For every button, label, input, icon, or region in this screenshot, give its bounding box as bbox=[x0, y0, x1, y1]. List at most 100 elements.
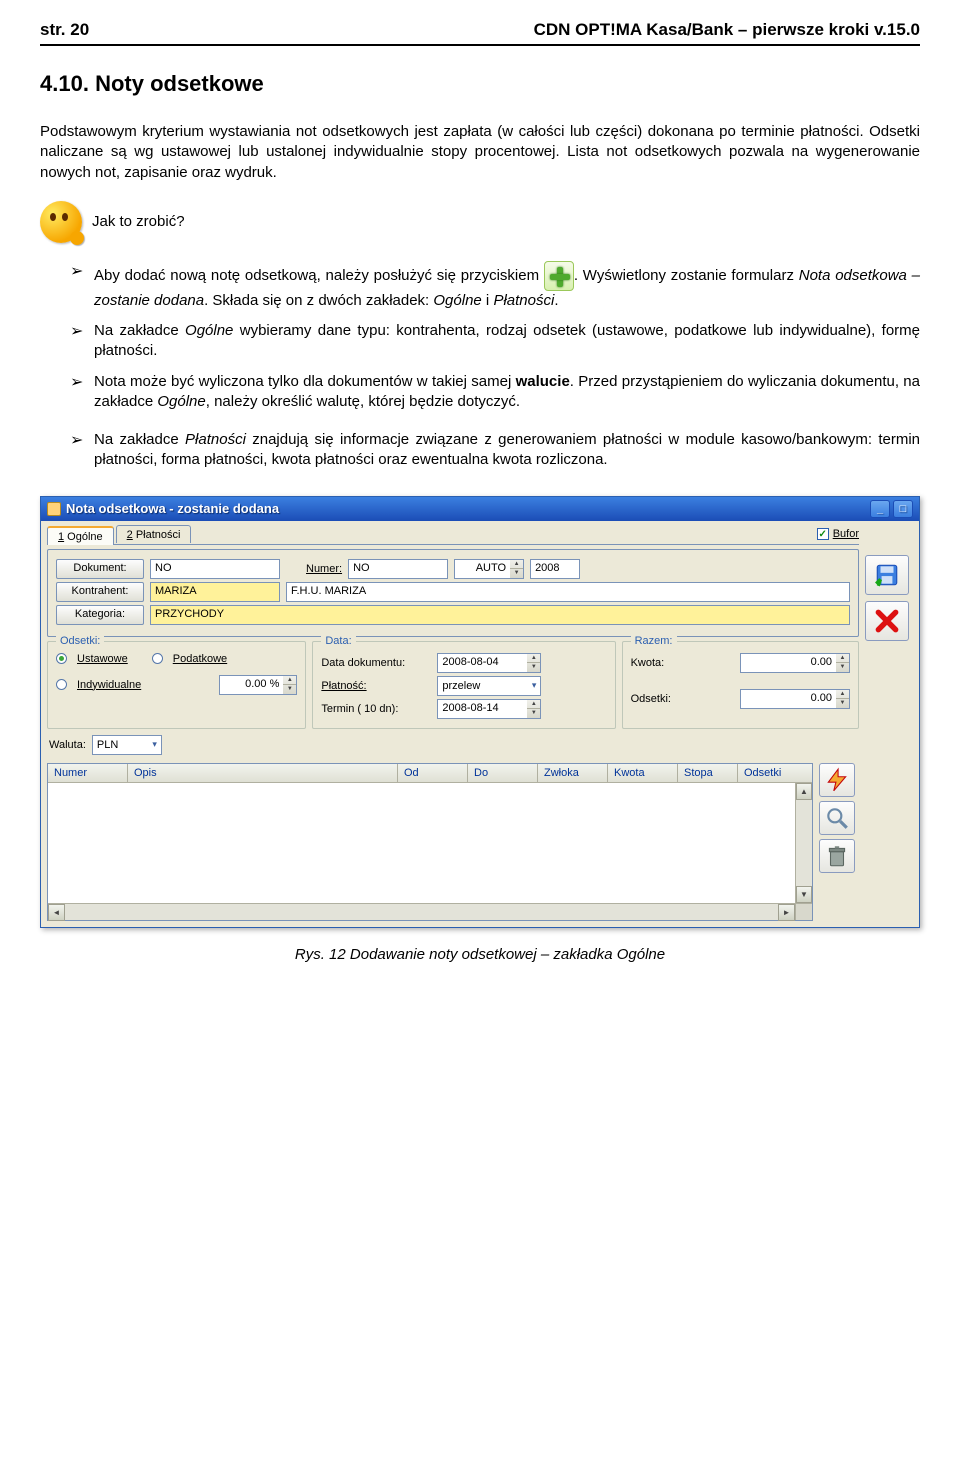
radio-ustawowe[interactable] bbox=[56, 653, 67, 664]
b1-em1: Ogólne bbox=[433, 292, 481, 309]
kontrahent-button[interactable]: Kontrahent: bbox=[56, 582, 144, 602]
kontrahent-code-input[interactable]: MARIZA bbox=[150, 582, 280, 602]
titlebar[interactable]: Nota odsetkowa - zostanie dodana _ □ bbox=[41, 497, 919, 521]
scroll-down-icon[interactable]: ▼ bbox=[796, 886, 812, 903]
indywidualne-input[interactable]: 0.00 % bbox=[219, 675, 283, 695]
b1-mid: i bbox=[482, 292, 494, 309]
section-heading: 4.10. Noty odsetkowe bbox=[40, 71, 920, 97]
section-number: 4.10. bbox=[40, 71, 89, 96]
razem-legend: Razem: bbox=[631, 635, 677, 647]
chevron-down-icon: ▾ bbox=[532, 680, 537, 691]
figure-caption: Rys. 12 Dodawanie noty odsetkowej – zakł… bbox=[40, 946, 920, 963]
platnosc-select[interactable]: przelew ▾ bbox=[437, 676, 541, 696]
numer-seg2[interactable]: AUTO bbox=[454, 559, 510, 579]
magnifier-search-button[interactable] bbox=[819, 801, 855, 835]
tab1-label: Ogólne bbox=[64, 531, 103, 543]
tab-platnosci[interactable]: 2 Płatności bbox=[116, 525, 192, 543]
datadok-label: Data dokumentu: bbox=[321, 657, 431, 669]
b2-em: Ogólne bbox=[185, 322, 233, 339]
col-od[interactable]: Od bbox=[398, 764, 468, 782]
v-scrollbar[interactable]: ▲ ▼ bbox=[795, 783, 812, 903]
col-numer[interactable]: Numer bbox=[48, 764, 128, 782]
waluta-label: Waluta: bbox=[49, 739, 86, 751]
thinking-emoji-icon bbox=[40, 201, 82, 243]
odsetki-label: Odsetki: bbox=[631, 693, 687, 705]
bufor-label: Bufor bbox=[833, 528, 859, 540]
odsetki-spinner[interactable]: ▲▼ bbox=[836, 689, 850, 709]
col-stopa[interactable]: Stopa bbox=[678, 764, 738, 782]
trash-delete-button[interactable] bbox=[819, 839, 855, 873]
termin-label: Termin ( 10 dn): bbox=[321, 703, 431, 715]
col-opis[interactable]: Opis bbox=[128, 764, 398, 782]
kwota-spinner[interactable]: ▲▼ bbox=[836, 653, 850, 673]
b1-end: . bbox=[554, 292, 558, 309]
radio-indywidualne[interactable] bbox=[56, 679, 67, 690]
odsetki-legend: Odsetki: bbox=[56, 635, 104, 647]
table-body-empty[interactable] bbox=[48, 783, 795, 903]
termin-spinner[interactable]: ▲▼ bbox=[527, 699, 541, 719]
indywidualne-label: Indywidualne bbox=[77, 679, 141, 691]
doc-title: CDN OPT!MA Kasa/Bank – pierwsze kroki v.… bbox=[534, 20, 920, 40]
bullet-1: Aby dodać nową notę odsetkową, należy po… bbox=[70, 261, 920, 311]
howto-label: Jak to zrobić? bbox=[92, 213, 185, 230]
b3-c: , należy określić walutę, której będzie … bbox=[206, 393, 520, 410]
datadok-spinner[interactable]: ▲▼ bbox=[527, 653, 541, 673]
b3-em: Ogólne bbox=[157, 393, 205, 410]
scroll-right-icon[interactable]: ► bbox=[778, 904, 795, 921]
col-kwota[interactable]: Kwota bbox=[608, 764, 678, 782]
ustawowe-label: Ustawowe bbox=[77, 653, 128, 665]
tab-ogolne[interactable]: 1 Ogólne bbox=[47, 526, 114, 545]
bullet-3: Nota może być wyliczona tylko dla dokume… bbox=[70, 372, 920, 413]
waluta-value: PLN bbox=[97, 739, 118, 751]
datadok-input[interactable]: 2008-08-04 bbox=[437, 653, 527, 673]
scroll-left-icon[interactable]: ◄ bbox=[48, 904, 65, 921]
minimize-button[interactable]: _ bbox=[870, 500, 890, 518]
numer-seg3[interactable]: 2008 bbox=[530, 559, 580, 579]
radio-podatkowe[interactable] bbox=[152, 653, 163, 664]
kategoria-button[interactable]: Kategoria: bbox=[56, 605, 144, 625]
window-icon bbox=[47, 502, 61, 516]
section-title: Noty odsetkowe bbox=[95, 71, 264, 96]
b4-em: Płatności bbox=[185, 431, 246, 448]
h-scrollbar[interactable]: ◄ ► bbox=[48, 903, 812, 920]
platnosc-value: przelew bbox=[442, 680, 480, 692]
close-cancel-button[interactable] bbox=[865, 601, 909, 641]
kontrahent-name-input[interactable]: F.H.U. MARIZA bbox=[286, 582, 850, 602]
kwota-input[interactable]: 0.00 bbox=[740, 653, 836, 673]
scroll-up-icon[interactable]: ▲ bbox=[796, 783, 812, 800]
bullet-4: Na zakładce Płatności znajdują się infor… bbox=[70, 430, 920, 471]
podatkowe-label: Podatkowe bbox=[173, 653, 227, 665]
positions-table: Numer Opis Od Do Zwłoka Kwota Stopa Odse… bbox=[47, 763, 813, 921]
waluta-select[interactable]: PLN▾ bbox=[92, 735, 162, 755]
b1-text-b: . Wyświetlony zostanie formularz bbox=[574, 267, 799, 284]
numer-label: Numer: bbox=[306, 563, 342, 575]
maximize-button[interactable]: □ bbox=[893, 500, 913, 518]
bullet-2: Na zakładce Ogólne wybieramy dane typu: … bbox=[70, 321, 920, 362]
window-title: Nota odsetkowa - zostanie dodana bbox=[66, 501, 279, 516]
nota-odsetkowa-window: Nota odsetkowa - zostanie dodana _ □ 1 O… bbox=[40, 496, 920, 928]
col-odsetki[interactable]: Odsetki bbox=[738, 764, 812, 782]
save-diskette-button[interactable] bbox=[865, 555, 909, 595]
col-do[interactable]: Do bbox=[468, 764, 538, 782]
indyw-spinner[interactable]: ▲▼ bbox=[283, 675, 297, 695]
b1-text-a: Aby dodać nową notę odsetkową, należy po… bbox=[94, 267, 544, 284]
termin-input[interactable]: 2008-08-14 bbox=[437, 699, 527, 719]
col-zwloka[interactable]: Zwłoka bbox=[538, 764, 608, 782]
kwota-label: Kwota: bbox=[631, 657, 687, 669]
add-icon bbox=[544, 261, 574, 291]
kategoria-input[interactable]: PRZYCHODY bbox=[150, 605, 850, 625]
odsetki-input[interactable]: 0.00 bbox=[740, 689, 836, 709]
platnosc-label: Płatność: bbox=[321, 680, 431, 692]
page-number: str. 20 bbox=[40, 20, 89, 40]
numer-seg1[interactable]: NO bbox=[348, 559, 448, 579]
tab2-label: Płatności bbox=[133, 529, 181, 541]
dokument-button[interactable]: Dokument: bbox=[56, 559, 144, 579]
numer-spinner[interactable]: ▲▼ bbox=[510, 559, 524, 579]
lightning-generate-button[interactable] bbox=[819, 763, 855, 797]
data-legend: Data: bbox=[321, 635, 355, 647]
bufor-checkbox[interactable]: ✓ bbox=[817, 528, 829, 540]
b4-a: Na zakładce bbox=[94, 431, 185, 448]
dokument-input[interactable]: NO bbox=[150, 559, 280, 579]
b1-text-c: . Składa się on z dwóch zakładek: bbox=[204, 292, 433, 309]
b2-a: Na zakładce bbox=[94, 322, 185, 339]
